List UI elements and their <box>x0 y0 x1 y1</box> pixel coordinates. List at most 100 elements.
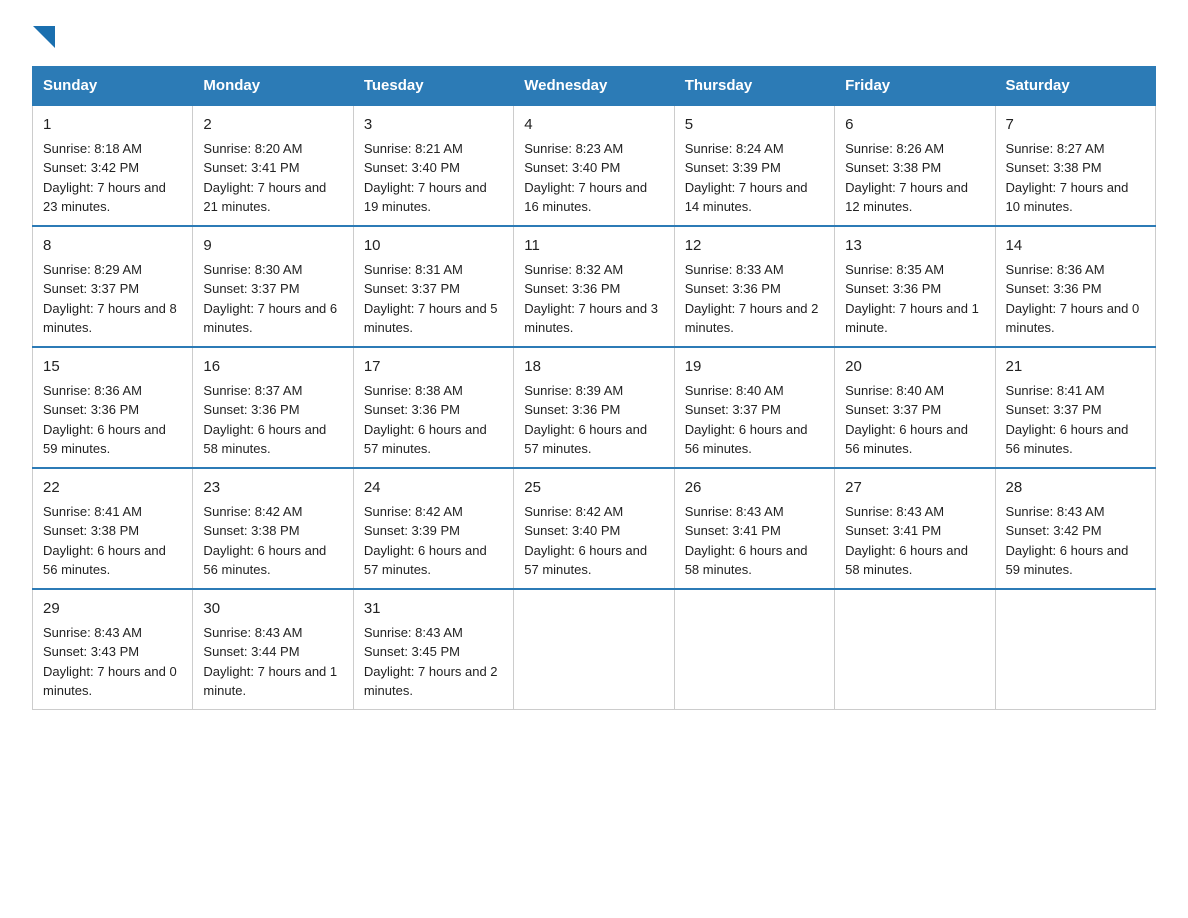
day-number: 4 <box>524 114 663 136</box>
calendar-week-row: 15 Sunrise: 8:36 AMSunset: 3:36 PMDayligh… <box>33 347 1156 468</box>
calendar-week-row: 22 Sunrise: 8:41 AMSunset: 3:38 PMDayligh… <box>33 468 1156 589</box>
calendar-day-cell: 5 Sunrise: 8:24 AMSunset: 3:39 PMDaylight… <box>674 105 834 226</box>
calendar-day-cell: 21 Sunrise: 8:41 AMSunset: 3:37 PMDayligh… <box>995 347 1155 468</box>
day-number: 14 <box>1006 235 1145 257</box>
day-number: 15 <box>43 356 182 378</box>
day-number: 6 <box>845 114 984 136</box>
calendar-day-cell: 30 Sunrise: 8:43 AMSunset: 3:44 PMDayligh… <box>193 589 353 710</box>
calendar-day-cell: 28 Sunrise: 8:43 AMSunset: 3:42 PMDayligh… <box>995 468 1155 589</box>
calendar-day-cell: 19 Sunrise: 8:40 AMSunset: 3:37 PMDayligh… <box>674 347 834 468</box>
day-info: Sunrise: 8:30 AMSunset: 3:37 PMDaylight:… <box>203 262 337 336</box>
calendar-week-row: 29 Sunrise: 8:43 AMSunset: 3:43 PMDayligh… <box>33 589 1156 710</box>
day-info: Sunrise: 8:29 AMSunset: 3:37 PMDaylight:… <box>43 262 177 336</box>
calendar-day-cell: 22 Sunrise: 8:41 AMSunset: 3:38 PMDayligh… <box>33 468 193 589</box>
calendar-day-cell: 25 Sunrise: 8:42 AMSunset: 3:40 PMDayligh… <box>514 468 674 589</box>
calendar-day-cell: 7 Sunrise: 8:27 AMSunset: 3:38 PMDaylight… <box>995 105 1155 226</box>
logo-arrow-icon <box>33 26 55 48</box>
day-number: 2 <box>203 114 342 136</box>
day-info: Sunrise: 8:39 AMSunset: 3:36 PMDaylight:… <box>524 383 647 457</box>
day-info: Sunrise: 8:20 AMSunset: 3:41 PMDaylight:… <box>203 141 326 215</box>
calendar-day-cell: 12 Sunrise: 8:33 AMSunset: 3:36 PMDayligh… <box>674 226 834 347</box>
day-number: 3 <box>364 114 503 136</box>
day-info: Sunrise: 8:40 AMSunset: 3:37 PMDaylight:… <box>845 383 968 457</box>
day-number: 10 <box>364 235 503 257</box>
day-number: 18 <box>524 356 663 378</box>
day-info: Sunrise: 8:38 AMSunset: 3:36 PMDaylight:… <box>364 383 487 457</box>
day-of-week-header: Monday <box>193 67 353 106</box>
calendar-week-row: 1 Sunrise: 8:18 AMSunset: 3:42 PMDaylight… <box>33 105 1156 226</box>
calendar-day-cell: 16 Sunrise: 8:37 AMSunset: 3:36 PMDayligh… <box>193 347 353 468</box>
day-of-week-header: Wednesday <box>514 67 674 106</box>
calendar-day-cell: 13 Sunrise: 8:35 AMSunset: 3:36 PMDayligh… <box>835 226 995 347</box>
day-info: Sunrise: 8:18 AMSunset: 3:42 PMDaylight:… <box>43 141 166 215</box>
day-info: Sunrise: 8:36 AMSunset: 3:36 PMDaylight:… <box>1006 262 1140 336</box>
day-info: Sunrise: 8:42 AMSunset: 3:38 PMDaylight:… <box>203 504 326 578</box>
day-number: 28 <box>1006 477 1145 499</box>
day-info: Sunrise: 8:43 AMSunset: 3:42 PMDaylight:… <box>1006 504 1129 578</box>
day-number: 16 <box>203 356 342 378</box>
calendar-header-row: SundayMondayTuesdayWednesdayThursdayFrid… <box>33 67 1156 106</box>
day-number: 23 <box>203 477 342 499</box>
day-number: 22 <box>43 477 182 499</box>
day-info: Sunrise: 8:43 AMSunset: 3:41 PMDaylight:… <box>845 504 968 578</box>
day-info: Sunrise: 8:42 AMSunset: 3:40 PMDaylight:… <box>524 504 647 578</box>
day-info: Sunrise: 8:41 AMSunset: 3:37 PMDaylight:… <box>1006 383 1129 457</box>
calendar-day-cell: 20 Sunrise: 8:40 AMSunset: 3:37 PMDayligh… <box>835 347 995 468</box>
day-info: Sunrise: 8:23 AMSunset: 3:40 PMDaylight:… <box>524 141 647 215</box>
day-of-week-header: Thursday <box>674 67 834 106</box>
calendar-day-cell <box>514 589 674 710</box>
day-number: 1 <box>43 114 182 136</box>
calendar-day-cell: 10Sunrise: 8:31 AMSunset: 3:37 PMDayligh… <box>353 226 513 347</box>
calendar-day-cell: 24 Sunrise: 8:42 AMSunset: 3:39 PMDayligh… <box>353 468 513 589</box>
calendar-day-cell <box>995 589 1155 710</box>
day-number: 24 <box>364 477 503 499</box>
day-number: 20 <box>845 356 984 378</box>
calendar-day-cell: 4 Sunrise: 8:23 AMSunset: 3:40 PMDaylight… <box>514 105 674 226</box>
calendar-day-cell: 26 Sunrise: 8:43 AMSunset: 3:41 PMDayligh… <box>674 468 834 589</box>
day-info: Sunrise: 8:40 AMSunset: 3:37 PMDaylight:… <box>685 383 808 457</box>
calendar-day-cell: 3 Sunrise: 8:21 AMSunset: 3:40 PMDaylight… <box>353 105 513 226</box>
day-number: 17 <box>364 356 503 378</box>
day-info: Sunrise: 8:37 AMSunset: 3:36 PMDaylight:… <box>203 383 326 457</box>
calendar-day-cell: 18 Sunrise: 8:39 AMSunset: 3:36 PMDayligh… <box>514 347 674 468</box>
day-number: 21 <box>1006 356 1145 378</box>
day-info: Sunrise: 8:26 AMSunset: 3:38 PMDaylight:… <box>845 141 968 215</box>
day-number: 7 <box>1006 114 1145 136</box>
day-info: Sunrise: 8:43 AMSunset: 3:44 PMDaylight:… <box>203 625 337 699</box>
day-number: 25 <box>524 477 663 499</box>
calendar-day-cell: 8Sunrise: 8:29 AMSunset: 3:37 PMDaylight… <box>33 226 193 347</box>
day-info: Sunrise: 8:42 AMSunset: 3:39 PMDaylight:… <box>364 504 487 578</box>
day-info: Sunrise: 8:36 AMSunset: 3:36 PMDaylight:… <box>43 383 166 457</box>
day-of-week-header: Saturday <box>995 67 1155 106</box>
calendar-day-cell: 1 Sunrise: 8:18 AMSunset: 3:42 PMDaylight… <box>33 105 193 226</box>
calendar-day-cell: 11Sunrise: 8:32 AMSunset: 3:36 PMDayligh… <box>514 226 674 347</box>
day-info: Sunrise: 8:32 AMSunset: 3:36 PMDaylight:… <box>524 262 658 336</box>
day-info: Sunrise: 8:41 AMSunset: 3:38 PMDaylight:… <box>43 504 166 578</box>
day-number: 19 <box>685 356 824 378</box>
day-number: 30 <box>203 598 342 620</box>
day-number: 27 <box>845 477 984 499</box>
day-info: Sunrise: 8:43 AMSunset: 3:41 PMDaylight:… <box>685 504 808 578</box>
calendar-day-cell: 2 Sunrise: 8:20 AMSunset: 3:41 PMDaylight… <box>193 105 353 226</box>
day-info: Sunrise: 8:33 AMSunset: 3:36 PMDaylight:… <box>685 262 819 336</box>
day-number: 29 <box>43 598 182 620</box>
calendar-day-cell <box>835 589 995 710</box>
calendar-day-cell: 29 Sunrise: 8:43 AMSunset: 3:43 PMDayligh… <box>33 589 193 710</box>
day-info: Sunrise: 8:24 AMSunset: 3:39 PMDaylight:… <box>685 141 808 215</box>
calendar-day-cell: 31Sunrise: 8:43 AMSunset: 3:45 PMDayligh… <box>353 589 513 710</box>
day-info: Sunrise: 8:27 AMSunset: 3:38 PMDaylight:… <box>1006 141 1129 215</box>
calendar-day-cell: 15 Sunrise: 8:36 AMSunset: 3:36 PMDayligh… <box>33 347 193 468</box>
day-number: 26 <box>685 477 824 499</box>
calendar-week-row: 8Sunrise: 8:29 AMSunset: 3:37 PMDaylight… <box>33 226 1156 347</box>
day-number: 13 <box>845 235 984 257</box>
day-info: Sunrise: 8:43 AMSunset: 3:43 PMDaylight:… <box>43 625 177 699</box>
logo <box>32 24 55 48</box>
day-of-week-header: Tuesday <box>353 67 513 106</box>
calendar-day-cell: 9Sunrise: 8:30 AMSunset: 3:37 PMDaylight… <box>193 226 353 347</box>
day-number: 5 <box>685 114 824 136</box>
day-info: Sunrise: 8:21 AMSunset: 3:40 PMDaylight:… <box>364 141 487 215</box>
day-info: Sunrise: 8:35 AMSunset: 3:36 PMDaylight:… <box>845 262 979 336</box>
day-number: 12 <box>685 235 824 257</box>
calendar-day-cell <box>674 589 834 710</box>
calendar-day-cell: 17 Sunrise: 8:38 AMSunset: 3:36 PMDayligh… <box>353 347 513 468</box>
